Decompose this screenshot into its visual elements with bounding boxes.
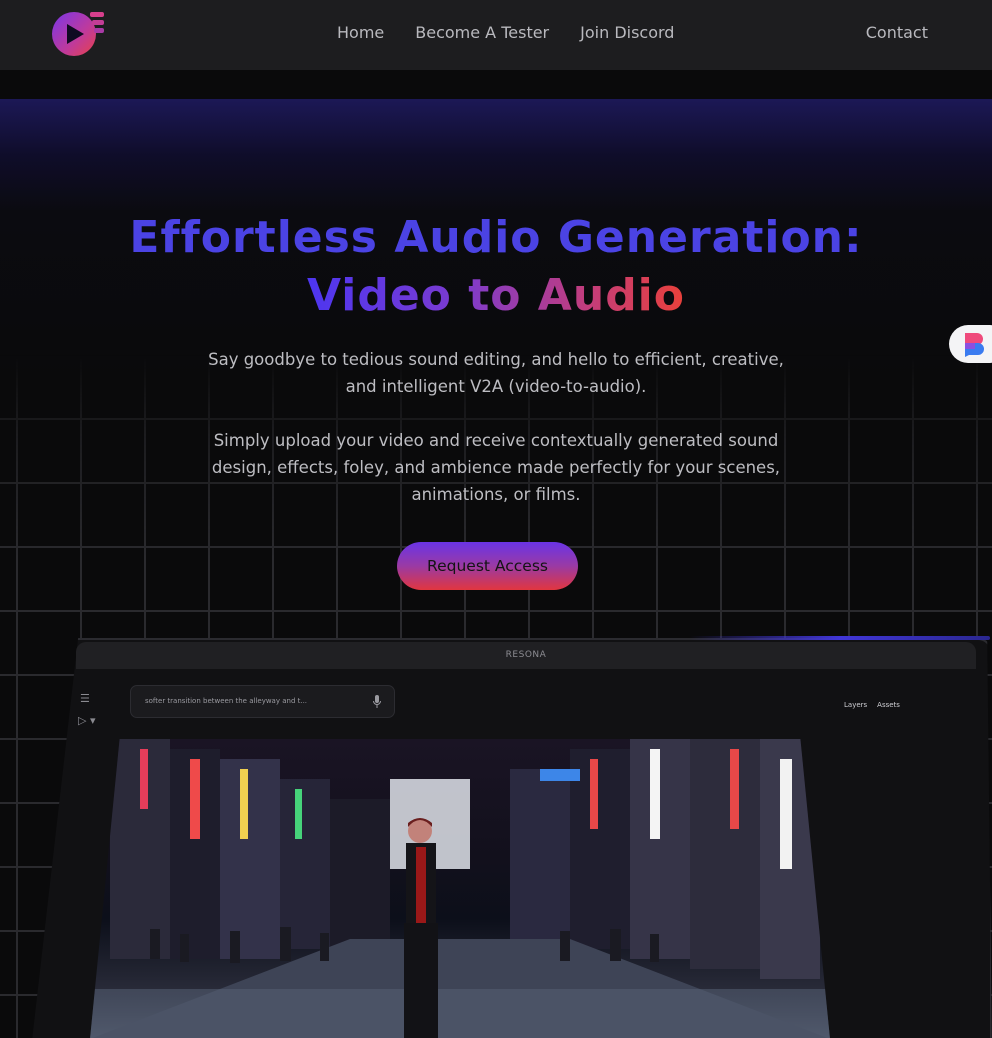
app-titlebar: RESONA [76,642,976,669]
microphone-icon[interactable] [372,694,382,710]
floating-app-icon [965,333,984,357]
tab-layers[interactable]: Layers [844,701,867,709]
city-street-scene [90,739,830,1038]
hero-paragraph-1: Say goodbye to tedious sound editing, an… [208,350,784,396]
nav-contact-link[interactable]: Contact [866,23,928,42]
request-access-button[interactable]: Request Access [397,542,578,590]
nav-home-link[interactable]: Home [337,23,384,42]
nav-become-tester-link[interactable]: Become A Tester [415,23,549,42]
hero-title-line2: Video to Audio [0,270,992,321]
panel-tabs: Layers Assets [844,701,900,709]
top-navigation: Home Become A Tester Join Discord Contac… [0,0,992,70]
logo-icon[interactable] [50,10,106,58]
prompt-input-text: softer transition between the alleyway a… [145,697,308,705]
video-preview[interactable] [90,739,830,1038]
tab-assets[interactable]: Assets [877,701,900,709]
play-select-icon[interactable]: ▷ ▾ [78,714,95,727]
nav-join-discord-link[interactable]: Join Discord [580,23,674,42]
hero-title-gradient-text: Video to Audio [306,270,685,321]
device-edge-glow [690,636,990,640]
prompt-input[interactable]: softer transition between the alleyway a… [130,685,395,718]
hero-section: Effortless Audio Generation: Video to Au… [0,99,992,1038]
hero-title-line1: Effortless Audio Generation: [129,212,863,263]
floating-app-badge[interactable] [949,325,992,363]
menu-icon[interactable]: ☰ [80,692,90,705]
hero-paragraph-2: Simply upload your video and receive con… [211,431,781,504]
app-preview-mockup: RESONA ☰ ▷ ▾ softer transition between t… [30,636,992,1038]
